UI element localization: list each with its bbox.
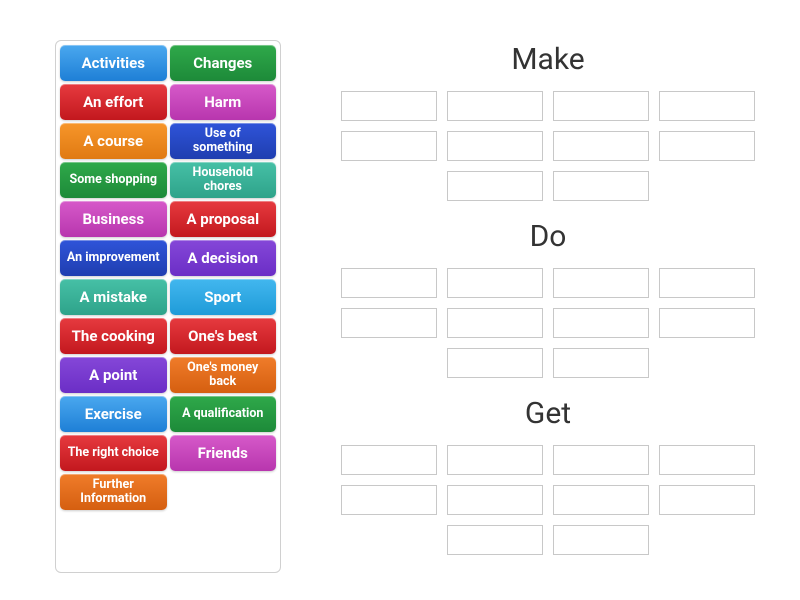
slot-row [326, 445, 770, 555]
word-tile[interactable]: Further Information [60, 474, 167, 510]
drop-slot[interactable] [341, 485, 437, 515]
word-tile[interactable]: A mistake [60, 279, 167, 315]
drop-slot[interactable] [447, 91, 543, 121]
word-tile[interactable]: Exercise [60, 396, 167, 432]
word-tile[interactable]: Business [60, 201, 167, 237]
drop-slot[interactable] [659, 131, 755, 161]
drop-slot[interactable] [447, 308, 543, 338]
word-tile[interactable]: A qualification [170, 396, 277, 432]
word-tile[interactable]: Some shopping [60, 162, 167, 198]
drop-slot[interactable] [659, 308, 755, 338]
drop-slot[interactable] [659, 485, 755, 515]
drop-slot[interactable] [447, 525, 543, 555]
word-tile[interactable]: An effort [60, 84, 167, 120]
drop-slot[interactable] [447, 171, 543, 201]
word-tile[interactable]: Changes [170, 45, 277, 81]
drop-slot[interactable] [553, 171, 649, 201]
group-title: Get [326, 396, 770, 431]
word-tile[interactable]: A point [60, 357, 167, 393]
drop-slot[interactable] [341, 445, 437, 475]
drop-slot[interactable] [341, 268, 437, 298]
group-title: Make [326, 42, 770, 77]
slot-row [326, 268, 770, 378]
drop-slot[interactable] [659, 268, 755, 298]
word-tile[interactable]: Household chores [170, 162, 277, 198]
drop-slot[interactable] [553, 308, 649, 338]
word-tile[interactable]: A course [60, 123, 167, 159]
group-title: Do [326, 219, 770, 254]
word-tile[interactable]: A proposal [170, 201, 277, 237]
drop-slot[interactable] [341, 91, 437, 121]
drop-slot[interactable] [553, 131, 649, 161]
drop-slot[interactable] [553, 485, 649, 515]
drop-slot[interactable] [553, 525, 649, 555]
drop-slot[interactable] [553, 445, 649, 475]
drop-slot[interactable] [553, 91, 649, 121]
word-tile[interactable]: The cooking [60, 318, 167, 354]
word-tile[interactable]: Activities [60, 45, 167, 81]
word-tile[interactable]: One's best [170, 318, 277, 354]
word-tile[interactable]: An improvement [60, 240, 167, 276]
word-tile[interactable]: A decision [170, 240, 277, 276]
drop-slot[interactable] [447, 268, 543, 298]
drop-slot[interactable] [447, 445, 543, 475]
drop-slot[interactable] [447, 131, 543, 161]
drop-slot[interactable] [341, 131, 437, 161]
drop-slot[interactable] [553, 348, 649, 378]
drop-slot[interactable] [341, 308, 437, 338]
drop-slot[interactable] [659, 445, 755, 475]
drop-groups: Make Do Get [281, 40, 770, 573]
word-tile[interactable]: Harm [170, 84, 277, 120]
tiles-panel: ActivitiesChangesAn effortHarmA courseUs… [55, 40, 281, 573]
drop-slot[interactable] [447, 485, 543, 515]
word-tile[interactable]: Friends [170, 435, 277, 471]
word-tile[interactable]: Use of something [170, 123, 277, 159]
drop-slot[interactable] [659, 91, 755, 121]
drop-slot[interactable] [553, 268, 649, 298]
word-tile[interactable]: The right choice [60, 435, 167, 471]
drop-slot[interactable] [447, 348, 543, 378]
word-tile[interactable]: One's money back [170, 357, 277, 393]
word-tile[interactable]: Sport [170, 279, 277, 315]
slot-row [326, 91, 770, 201]
